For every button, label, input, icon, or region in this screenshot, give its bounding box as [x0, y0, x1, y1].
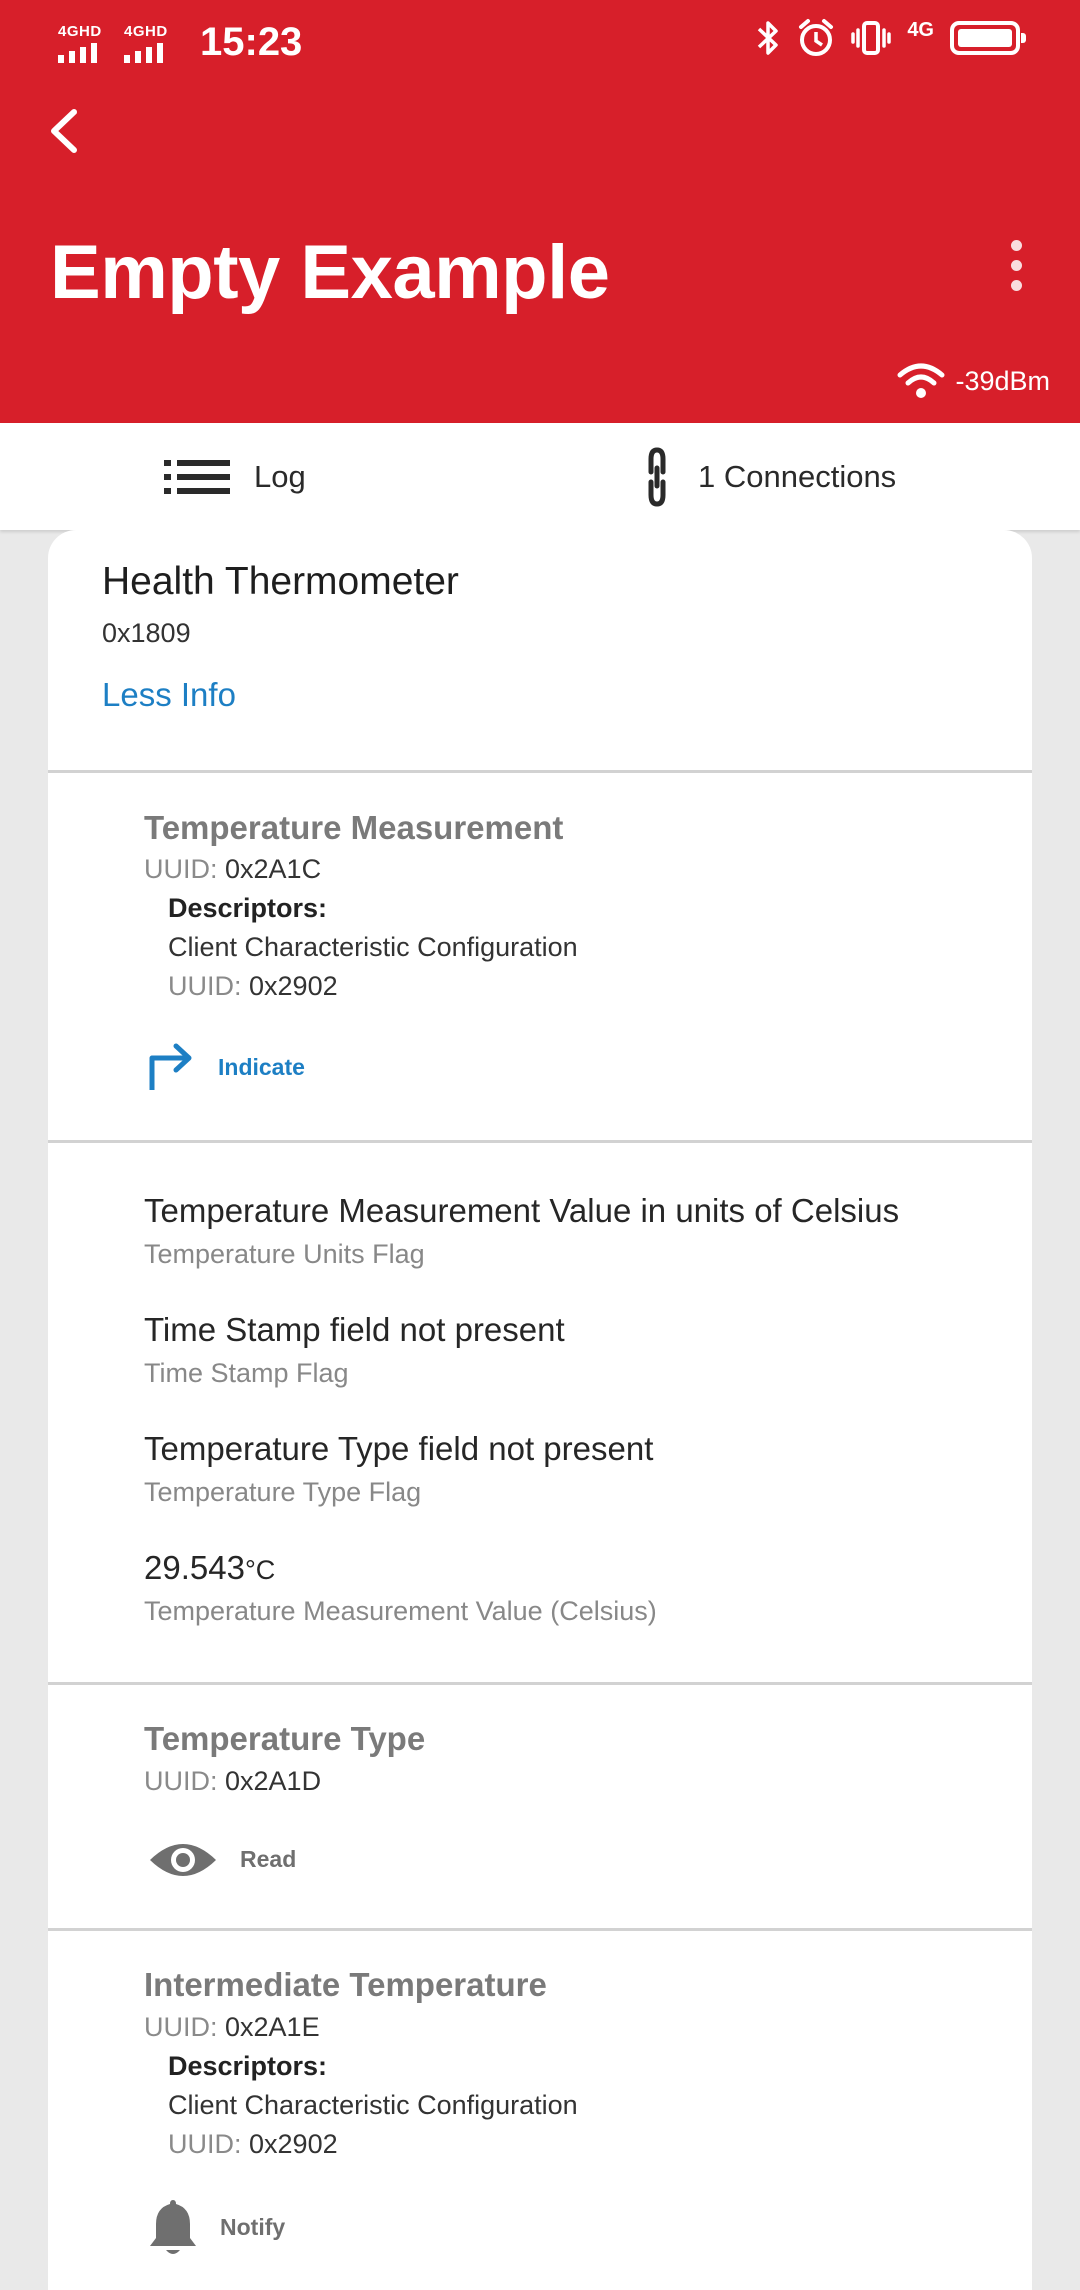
alarm-icon [799, 19, 834, 56]
network-type: 4G [907, 18, 934, 41]
measurement-label: Temperature Measurement Value (Celsius) [144, 1596, 657, 1626]
status-right: 4G [755, 18, 1026, 58]
service-uuid: 0x1809 [102, 618, 191, 648]
uuid-key: UUID: [168, 2129, 242, 2159]
characteristic-title[interactable]: Intermediate Temperature [144, 1966, 547, 2004]
tab-bar: Log 1 Connections [0, 423, 1080, 530]
notify-label[interactable]: Notify [220, 2214, 285, 2241]
units-label: Temperature Units Flag [144, 1239, 425, 1269]
link-icon [648, 446, 666, 507]
uuid-value: 0x2902 [249, 2129, 338, 2159]
signal-sim1-icon: 4GHD [58, 23, 114, 63]
divider [48, 1140, 1032, 1143]
page-title: Empty Example [50, 230, 610, 315]
wifi-signal-icon [897, 363, 945, 398]
dot [1010, 240, 1022, 251]
descriptors-heading: Descriptors: [168, 2051, 328, 2081]
characteristic-title[interactable]: Temperature Measurement [144, 809, 563, 847]
measurement-unit: °C [244, 1555, 276, 1585]
characteristic-uuid: UUID: 0x2A1E [144, 2012, 320, 2043]
read-button[interactable] [148, 1836, 218, 1889]
uuid-key: UUID: [144, 1766, 218, 1796]
clock: 15:23 [200, 20, 303, 64]
back-button[interactable] [40, 100, 88, 160]
status-left: 4GHD 4GHD 15:23 [58, 20, 302, 65]
timestamp-value: Time Stamp field not present [144, 1311, 565, 1348]
sim2-label: 4GHD [124, 22, 168, 40]
indicate-label[interactable]: Indicate [218, 1054, 305, 1081]
divider [48, 1928, 1032, 1931]
type-value: Temperature Type field not present [144, 1430, 654, 1467]
uuid-key: UUID: [168, 971, 242, 1001]
uuid-value: 0x2A1E [225, 2012, 320, 2042]
tab-connections[interactable]: 1 Connections [640, 423, 896, 530]
battery-icon [950, 21, 1026, 55]
tab-log-label: Log [254, 458, 306, 494]
list-icon [164, 459, 230, 494]
uuid-key: UUID: [144, 2012, 218, 2042]
uuid-value: 0x2902 [249, 971, 338, 1001]
indicate-arrow-icon [149, 1043, 192, 1090]
uuid-value: 0x2A1C [225, 854, 322, 884]
descriptor-name[interactable]: Client Characteristic Configuration [168, 2090, 578, 2121]
service-name: Health Thermometer [102, 560, 459, 603]
sim1-label: 4GHD [58, 22, 102, 40]
uuid-value: 0x2A1D [225, 1766, 322, 1796]
dot [1010, 260, 1022, 271]
more-options-button[interactable] [996, 240, 1036, 300]
characteristic-title[interactable]: Temperature Type [144, 1720, 425, 1758]
characteristic-uuid: UUID: 0x2A1D [144, 1766, 321, 1797]
divider [48, 1682, 1032, 1685]
characteristic-uuid: UUID: 0x2A1C [144, 854, 321, 885]
bluetooth-icon [758, 21, 779, 55]
service-card: Health Thermometer 0x1809 Less Info Temp… [48, 530, 1032, 2290]
rssi-indicator: -39dBm [897, 362, 1050, 400]
descriptors-heading: Descriptors: [168, 893, 328, 923]
divider [48, 770, 1032, 773]
tab-log[interactable]: Log [164, 423, 306, 530]
app-header: 4GHD 4GHD 15:23 4G Empty Example -39dBm [0, 0, 1080, 423]
less-info-link[interactable]: Less Info [102, 676, 236, 714]
measurement-number: 29.543 [144, 1549, 245, 1586]
descriptor-uuid: UUID: 0x2902 [168, 971, 338, 1002]
descriptor-uuid: UUID: 0x2902 [168, 2129, 338, 2160]
rssi-value: -39dBm [955, 365, 1050, 396]
units-value: Temperature Measurement Value in units o… [144, 1192, 900, 1229]
read-label[interactable]: Read [240, 1846, 296, 1873]
dot [1010, 280, 1022, 291]
type-label: Temperature Type Flag [144, 1477, 422, 1507]
indicate-button[interactable] [146, 1038, 196, 1099]
signal-sim2-icon: 4GHD [124, 23, 180, 63]
vibrate-icon [851, 21, 892, 55]
descriptor-name[interactable]: Client Characteristic Configuration [168, 932, 578, 963]
timestamp-label: Time Stamp Flag [144, 1358, 349, 1388]
eye-icon [150, 1844, 216, 1876]
bell-icon [150, 2200, 196, 2254]
tab-connections-label: 1 Connections [698, 458, 897, 494]
status-bar: 4GHD 4GHD 15:23 4G [0, 0, 1080, 90]
uuid-key: UUID: [144, 854, 218, 884]
notify-button[interactable] [148, 2196, 198, 2263]
measurement-value: 29.543°C [144, 1549, 275, 1587]
chevron-left-icon [51, 109, 77, 153]
